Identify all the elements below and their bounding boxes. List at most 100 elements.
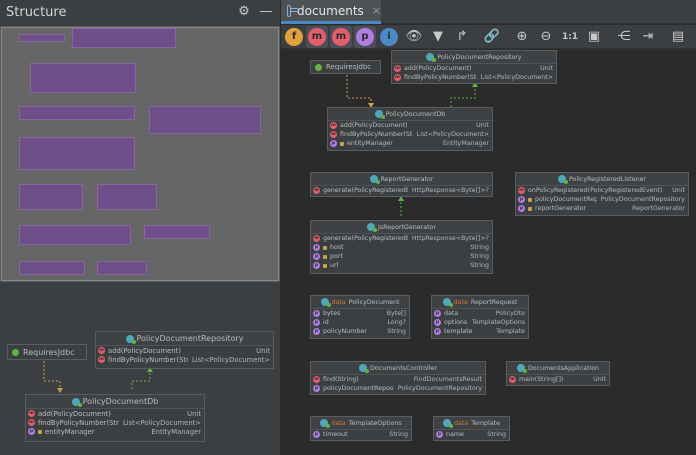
class-icon — [442, 298, 453, 307]
node-header: PolicyDocumentDb — [328, 108, 492, 121]
property-icon: p — [313, 310, 320, 317]
node-title: PolicyDocumentDb — [82, 397, 159, 406]
node-header: JsReportGenerator — [311, 221, 492, 234]
class-icon — [516, 364, 527, 373]
node-header: data Template — [434, 417, 509, 430]
node-header: PolicyDocumentRepository — [392, 51, 556, 64]
node-documents-application[interactable]: DocumentsApplication m main(String[]) Unit — [506, 361, 610, 386]
lock-icon — [323, 254, 327, 259]
class-icon — [367, 223, 377, 232]
minimap-node — [144, 225, 210, 239]
method-icon: m — [28, 410, 35, 417]
node-template-options[interactable]: data TemplateOptions p timeout String — [310, 416, 412, 441]
zoom-out-icon[interactable]: ⊖ — [537, 28, 555, 46]
lock-icon — [323, 245, 327, 250]
method-icon: m — [313, 235, 320, 242]
minimap-node — [19, 184, 83, 210]
structure-minimap[interactable] — [0, 26, 280, 282]
node-header: ReportGenerator — [311, 173, 492, 186]
node-title: RequiresJdbc — [23, 347, 75, 357]
filter-icon[interactable]: ▼ — [429, 28, 447, 46]
minimize-icon[interactable]: — — [258, 4, 274, 20]
export-icon[interactable]: ⇥ — [639, 28, 657, 46]
property-icon: p — [434, 319, 441, 326]
node-row: p options TemplateOptions — [434, 319, 525, 326]
lock-icon — [340, 141, 344, 146]
node-row: p host String — [313, 244, 489, 251]
node-row: p name String — [436, 431, 506, 438]
actual-size-icon[interactable]: 1:1 — [561, 28, 579, 46]
node-template[interactable]: data Template p name String — [433, 416, 510, 441]
property-icon: p — [313, 431, 320, 438]
route-icon[interactable]: ↱ — [453, 28, 471, 46]
interface-icon — [12, 348, 19, 356]
diagram-file-icon — [287, 4, 298, 17]
minimap-node — [19, 137, 135, 170]
properties-icon[interactable]: p — [356, 28, 374, 46]
fit-content-icon[interactable]: ▣ — [585, 28, 603, 46]
close-icon[interactable]: × — [372, 4, 381, 17]
gear-icon[interactable]: ⚙ — [236, 4, 252, 20]
node-row: p reportGenerator ReportGenerator — [518, 205, 685, 212]
preview-policy-document-repository[interactable]: PolicyDocumentRepository m add(PolicyDocu… — [95, 331, 274, 369]
diagram-canvas[interactable]: RequiresJdbc PolicyDocumentRepository ma… — [281, 50, 696, 455]
tab-documents[interactable]: documents × — [281, 0, 381, 24]
method-icon: m — [313, 187, 320, 194]
link-icon[interactable]: 🔗 — [483, 28, 501, 46]
node-documents-controller[interactable]: DocumentsController m find(String) FindDoc… — [310, 361, 486, 395]
node-title: PolicyDocument — [348, 298, 400, 306]
zoom-in-icon[interactable]: ⊕ — [513, 28, 531, 46]
node-policy-document-repository[interactable]: PolicyDocumentRepository m add(PolicyDocu… — [391, 50, 557, 84]
lock-icon — [528, 197, 532, 202]
node-report-request[interactable]: data ReportRequest p data PolicyDto p option… — [431, 295, 529, 339]
tab-bar: documents × — [281, 0, 696, 24]
node-policy-document-db[interactable]: PolicyDocumentDb m add(PolicyDocument) Uni… — [327, 107, 493, 151]
eye-icon[interactable]: 👁 — [405, 28, 423, 46]
node-header: PolicyDocumentRepository — [96, 332, 273, 346]
node-row: mfindByPolicyNumber(String)List<PolicyDo… — [330, 131, 489, 138]
minimap-node — [97, 261, 147, 275]
node-row: m onPolicyRegistered(PolicyRegisteredEven… — [518, 187, 685, 194]
minimap-node — [19, 106, 135, 120]
node-row: m main(String[]) Unit — [509, 376, 606, 383]
node-row: mfindByPolicyNumber(String)List<PolicyDo… — [394, 74, 553, 81]
node-row: ppolicyDocumentRepositoryPolicyDocumentR… — [313, 385, 482, 392]
node-row: p entityManager EntityManager — [330, 140, 489, 147]
node-header: PolicyRegisteredListener — [516, 173, 688, 186]
save-icon[interactable]: ▤ — [669, 28, 687, 46]
node-requires-jdbc[interactable]: RequiresJdbc — [310, 60, 381, 74]
class-icon — [320, 419, 331, 428]
node-row: p data PolicyDto — [434, 310, 525, 317]
node-header: data TemplateOptions — [311, 417, 411, 430]
property-icon: p — [313, 385, 320, 392]
fields-icon[interactable]: f — [285, 28, 303, 46]
lock-icon — [38, 429, 42, 434]
node-title: DocumentsController — [370, 364, 437, 372]
constructors-icon[interactable]: m — [308, 28, 326, 46]
preview-policy-document-db[interactable]: PolicyDocumentDb m add(PolicyDocument) Uni… — [25, 394, 205, 442]
property-icon: p — [313, 319, 320, 326]
inner-classes-icon[interactable]: i — [380, 28, 398, 46]
node-title: Template — [471, 419, 500, 427]
node-row: p url String — [313, 262, 489, 269]
node-js-report-generator[interactable]: JsReportGenerator m generate(PolicyRegist… — [310, 220, 493, 274]
node-row: p template Template — [434, 328, 525, 335]
minimap-node — [19, 225, 131, 245]
structure-panel: Structure ⚙ — RequiresJdbc PolicyDocumen… — [0, 0, 280, 455]
layout-icon[interactable]: ⋲ — [615, 28, 633, 46]
node-policy-document[interactable]: data PolicyDocument p bytes Byte[] p id Long?… — [310, 295, 410, 339]
minimap-node — [30, 63, 136, 93]
node-row: ppolicyDocumentRepositoryPolicyDocumentR… — [518, 196, 685, 203]
property-icon: p — [434, 328, 441, 335]
node-policy-registered-listener[interactable]: PolicyRegisteredListener m onPolicyRegist… — [515, 172, 689, 216]
method-icon: m — [509, 376, 516, 383]
node-row: mfindByPolicyNumber(String)List<PolicyDo… — [28, 418, 201, 427]
node-report-generator[interactable]: ReportGenerator m generate(PolicyRegister… — [310, 172, 493, 197]
methods-icon[interactable]: m — [332, 28, 350, 46]
interface-icon — [315, 63, 322, 71]
method-icon: m — [98, 347, 105, 354]
node-title: PolicyDocumentRepository — [437, 53, 522, 61]
method-icon: m — [394, 65, 401, 72]
preview-requires-jdbc[interactable]: RequiresJdbc — [7, 344, 87, 360]
class-icon — [557, 175, 568, 184]
